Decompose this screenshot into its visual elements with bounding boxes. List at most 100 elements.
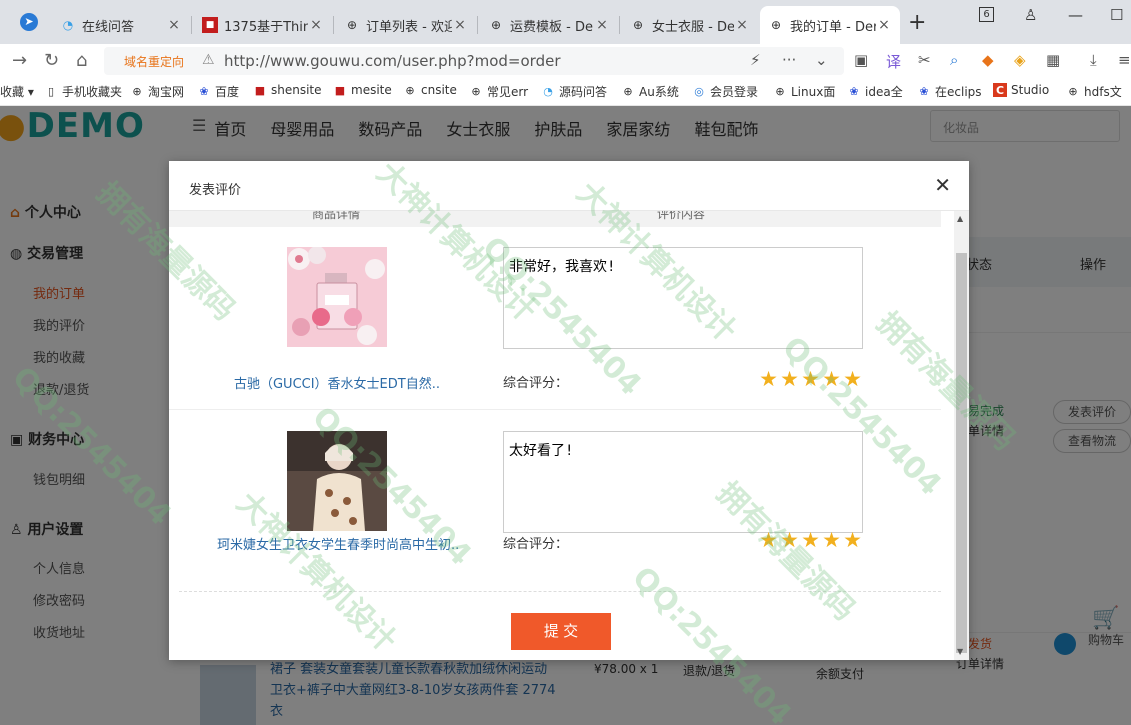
globe-icon: ⊕ [623, 85, 633, 98]
forward-icon[interactable]: → [12, 50, 27, 71]
tab-label: 我的订单 - Der [790, 19, 876, 35]
translate-icon[interactable]: 译 [886, 51, 901, 72]
url-text[interactable]: http://www.gouwu.com/user.php?mod=order [224, 52, 560, 70]
bookmark-item[interactable]: ❀ idea全 [847, 83, 903, 100]
bookmark-item[interactable]: ■ mesite [333, 83, 392, 97]
review-item: 珂米婕女生卫衣女学生春季时尚高中生初.. 太好看了! 综合评分： ★ ★ ★ ★ ★ [169, 409, 941, 591]
scissors-icon[interactable]: ✂ [918, 51, 931, 69]
member-icon: ◎ [694, 85, 704, 98]
star-icon[interactable]: ★ [800, 369, 821, 390]
shirt-icon[interactable]: ♙ [1024, 6, 1037, 24]
globe-icon: ⊕ [346, 18, 358, 32]
extension-icon[interactable]: ◆ [982, 51, 994, 69]
bookmark-item[interactable]: ⊕ hdfs文 [1066, 83, 1121, 100]
star-rating[interactable]: ★ ★ ★ ★ ★ [758, 369, 863, 390]
star-icon[interactable]: ★ [821, 369, 842, 390]
product-image[interactable] [287, 431, 387, 531]
close-icon[interactable]: × [452, 17, 468, 33]
bookmark-item[interactable]: ⊕ cnsite [403, 83, 457, 97]
bookmark-item[interactable]: ⊕ Au系统 [621, 83, 678, 100]
bookmark-label: 淘宝网 [148, 85, 185, 99]
more-icon[interactable]: ··· [782, 51, 796, 69]
bookmark-label: Studio [1011, 83, 1050, 97]
shield-icon[interactable]: ◈ [1014, 51, 1026, 69]
globe-icon: ⊕ [490, 18, 502, 32]
tab-women-clothes[interactable]: ⊕ 女士衣服 - Der × [622, 6, 758, 44]
browser-tabstrip: ➤ ◔ 在线问答 × ■ 1375基于Think × ⊕ 订单列表 - 欢迎 ×… [0, 0, 1131, 44]
review-item: 古驰（GUCCI）香水女士EDT自然.. 非常好，我喜欢! 综合评分： ★ ★ ★ ★… [169, 229, 941, 411]
bookmark-item[interactable]: ⊕ Linux面 [773, 83, 835, 100]
close-icon[interactable]: × [876, 17, 892, 33]
menu-icon[interactable]: ≡ [1118, 51, 1131, 69]
scroll-up-icon[interactable]: ▲ [957, 214, 963, 223]
bookmark-label: mesite [351, 83, 392, 97]
bookmark-item[interactable]: ◔ 源码问答 [541, 83, 607, 100]
apps-icon[interactable]: ▦ [1046, 51, 1060, 69]
star-icon[interactable]: ★ [758, 369, 779, 390]
bookmark-item[interactable]: ▯ 手机收藏夹 [44, 83, 122, 100]
bookmark-item[interactable]: ❀ 百度 [197, 83, 239, 100]
product-name-link[interactable]: 珂米婕女生卫衣女学生春季时尚高中生初.. [217, 534, 459, 553]
bookmark-item[interactable]: C Studio [993, 83, 1049, 97]
close-icon[interactable]: ✕ [934, 173, 951, 197]
bookmark-item[interactable]: 收藏 ▾ [0, 83, 34, 100]
download-icon[interactable]: ⤓ [1090, 51, 1097, 69]
submit-button[interactable]: 提 交 [511, 613, 611, 650]
reader-icon[interactable]: ▣ [854, 51, 868, 69]
star-icon[interactable]: ★ [842, 530, 863, 551]
url-field[interactable]: 域名重定向 ⚠ http://www.gouwu.com/user.php?mo… [104, 47, 844, 75]
review-textarea[interactable]: 非常好，我喜欢! [503, 247, 863, 349]
scroll-down-icon[interactable]: ▼ [957, 647, 963, 656]
scrollbar-thumb[interactable] [956, 253, 967, 653]
tab-label: 在线问答 [82, 19, 135, 35]
globe-icon: ⊕ [775, 85, 785, 98]
tab-my-orders[interactable]: ⊕ 我的订单 - Der × [760, 6, 900, 44]
bookmark-label: idea全 [865, 85, 903, 99]
domain-redirect-badge[interactable]: 域名重定向 [124, 53, 184, 70]
dialog-scrollbar[interactable]: ▲ ▼ [954, 211, 969, 660]
star-rating[interactable]: ★ ★ ★ ★ ★ [758, 530, 863, 551]
globe-icon: ⊕ [132, 85, 142, 98]
bookmark-label: 会员登录 [710, 85, 759, 99]
globe-icon: ⊕ [770, 18, 782, 32]
lightning-icon[interactable]: ⚡ [750, 51, 761, 69]
new-tab-icon[interactable]: + [908, 10, 926, 35]
product-name-link[interactable]: 古驰（GUCCI）香水女士EDT自然.. [217, 373, 457, 392]
close-icon[interactable]: × [308, 17, 324, 33]
star-icon[interactable]: ★ [779, 369, 800, 390]
divider [179, 591, 941, 592]
tab-order-list[interactable]: ⊕ 订单列表 - 欢迎 × [336, 6, 476, 44]
browser-menu-icon[interactable]: ➤ [20, 13, 38, 31]
close-icon[interactable]: × [594, 17, 610, 33]
bookmark-item[interactable]: ■ shensite [253, 83, 322, 97]
tab-thinkphp[interactable]: ■ 1375基于Think × [194, 6, 332, 44]
bookmark-label: 手机收藏夹 [62, 85, 123, 99]
reload-icon[interactable]: ↻ [44, 50, 59, 71]
chevron-down-icon[interactable]: ⌄ [815, 51, 828, 69]
product-image[interactable] [287, 247, 387, 347]
star-icon[interactable]: ★ [800, 530, 821, 551]
bookmark-label: cnsite [421, 83, 457, 97]
star-icon[interactable]: ★ [779, 530, 800, 551]
review-textarea[interactable]: 太好看了! [503, 431, 863, 533]
star-icon[interactable]: ★ [821, 530, 842, 551]
bookmark-item[interactable]: ⊕ 常见err [469, 83, 528, 100]
tab-count-badge[interactable]: 6 [979, 7, 994, 22]
bookmark-label: shensite [271, 83, 322, 97]
maximize-icon[interactable]: ☐ [1110, 6, 1123, 24]
tab-separator [333, 16, 334, 34]
tab-shipping[interactable]: ⊕ 运费模板 - Der × [480, 6, 618, 44]
tab-qa[interactable]: ◔ 在线问答 × [52, 6, 190, 44]
minimize-icon[interactable]: — [1068, 6, 1083, 24]
star-icon[interactable]: ★ [758, 530, 779, 551]
search-icon[interactable]: ⌕ [950, 51, 958, 69]
star-icon[interactable]: ★ [842, 369, 863, 390]
close-icon[interactable]: × [166, 17, 182, 33]
globe-icon: ⊕ [632, 18, 644, 32]
bookmark-item[interactable]: ❀ 在eclips [917, 83, 981, 100]
not-secure-icon[interactable]: ⚠ [202, 52, 215, 68]
home-icon[interactable]: ⌂ [76, 50, 87, 71]
bookmark-item[interactable]: ⊕ 淘宝网 [130, 83, 184, 100]
bookmark-item[interactable]: ◎ 会员登录 [692, 83, 758, 100]
close-icon[interactable]: × [734, 17, 750, 33]
